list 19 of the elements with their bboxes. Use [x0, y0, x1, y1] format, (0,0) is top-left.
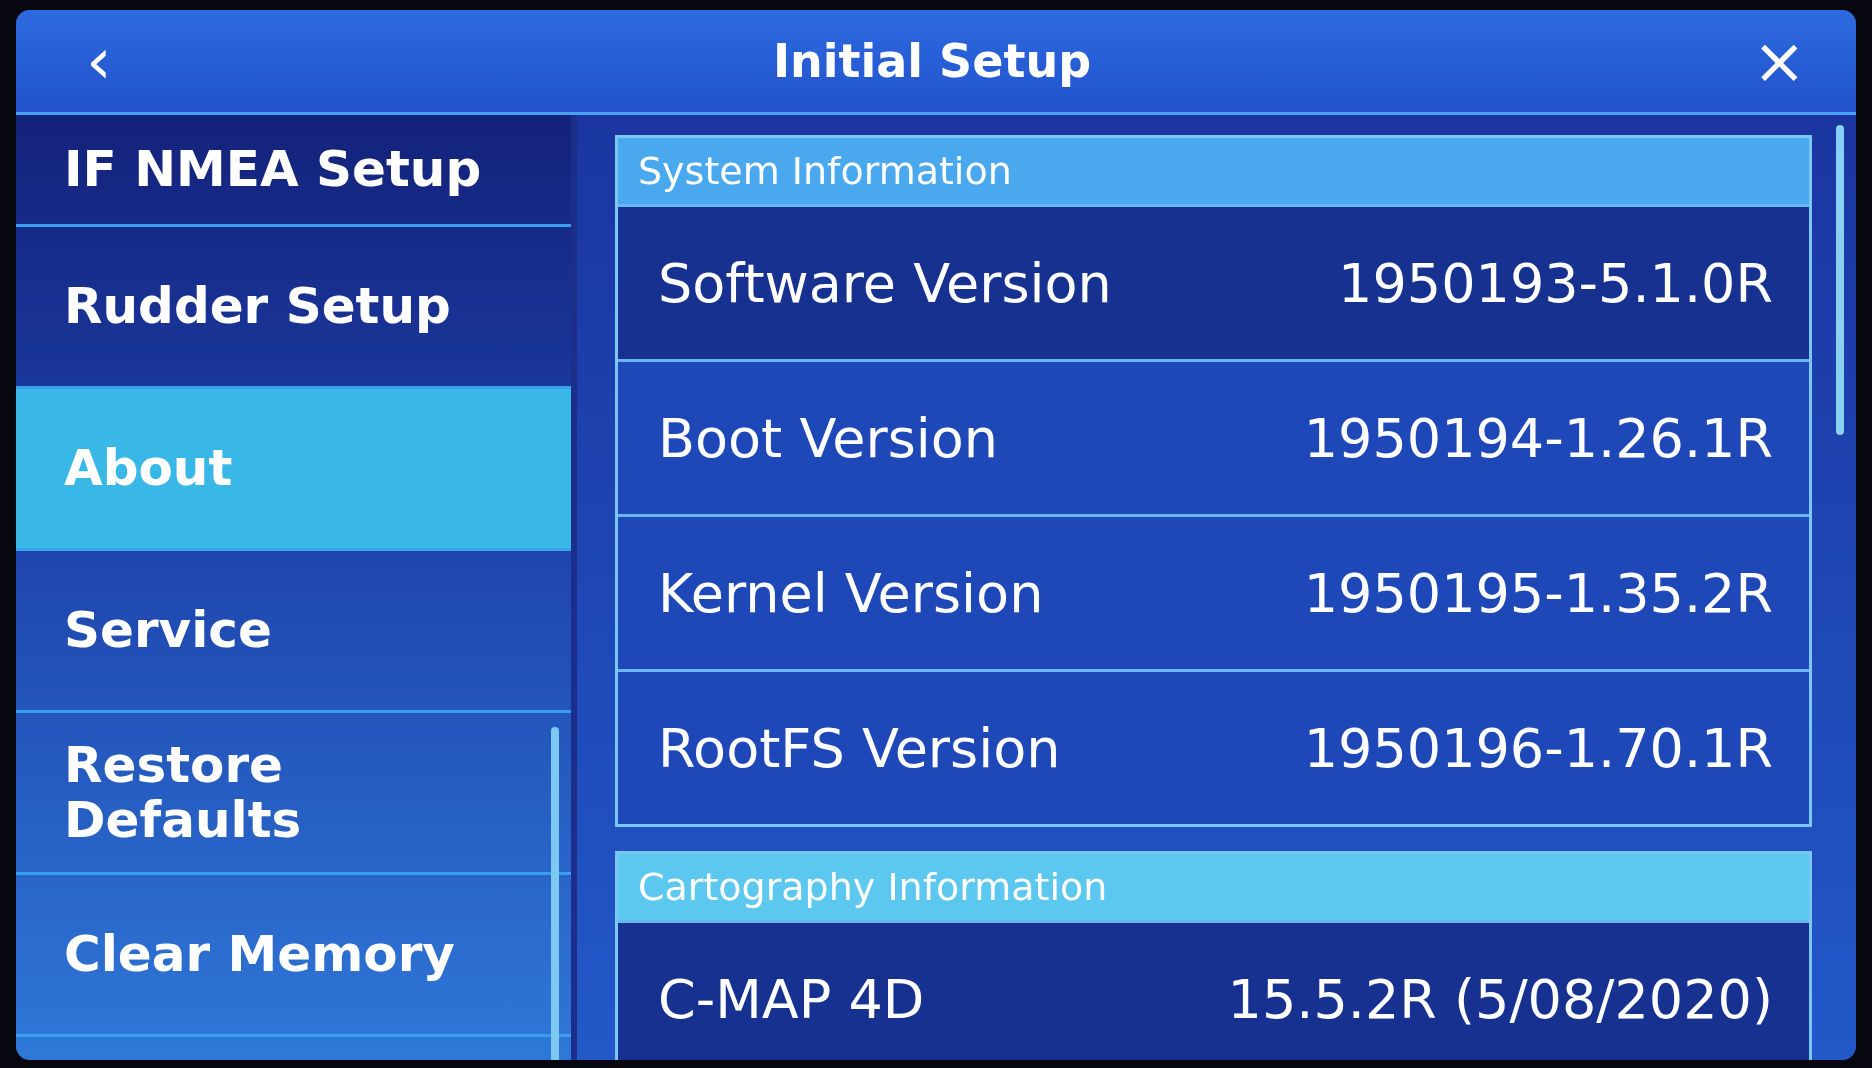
row-label: Boot Version: [658, 406, 999, 470]
row-value: 1950196-1.70.1R: [1303, 716, 1773, 780]
row-value: 1950194-1.26.1R: [1303, 406, 1773, 470]
row-label: C-MAP 4D: [658, 967, 925, 1031]
back-button[interactable]: ‹: [76, 29, 122, 93]
close-button[interactable]: ×: [1742, 29, 1816, 93]
row-label: Software Version: [658, 251, 1112, 315]
row-label: Kernel Version: [658, 561, 1044, 625]
section-header: System Information: [618, 138, 1809, 204]
row-value: 1950195-1.35.2R: [1303, 561, 1773, 625]
row-value: 1950193-5.1.0R: [1338, 251, 1773, 315]
scrollbar[interactable]: [1836, 125, 1844, 435]
sidebar-item[interactable]: Service: [16, 551, 571, 713]
section-header: Cartography Information: [618, 854, 1809, 920]
row-label: RootFS Version: [658, 716, 1061, 780]
window-title: Initial Setup: [772, 34, 1092, 88]
scrollbar[interactable]: [551, 727, 559, 1060]
sidebar-item[interactable]: IF NMEA Setup: [16, 115, 571, 227]
row-value: 15.5.2R (5/08/2020): [1227, 967, 1773, 1031]
